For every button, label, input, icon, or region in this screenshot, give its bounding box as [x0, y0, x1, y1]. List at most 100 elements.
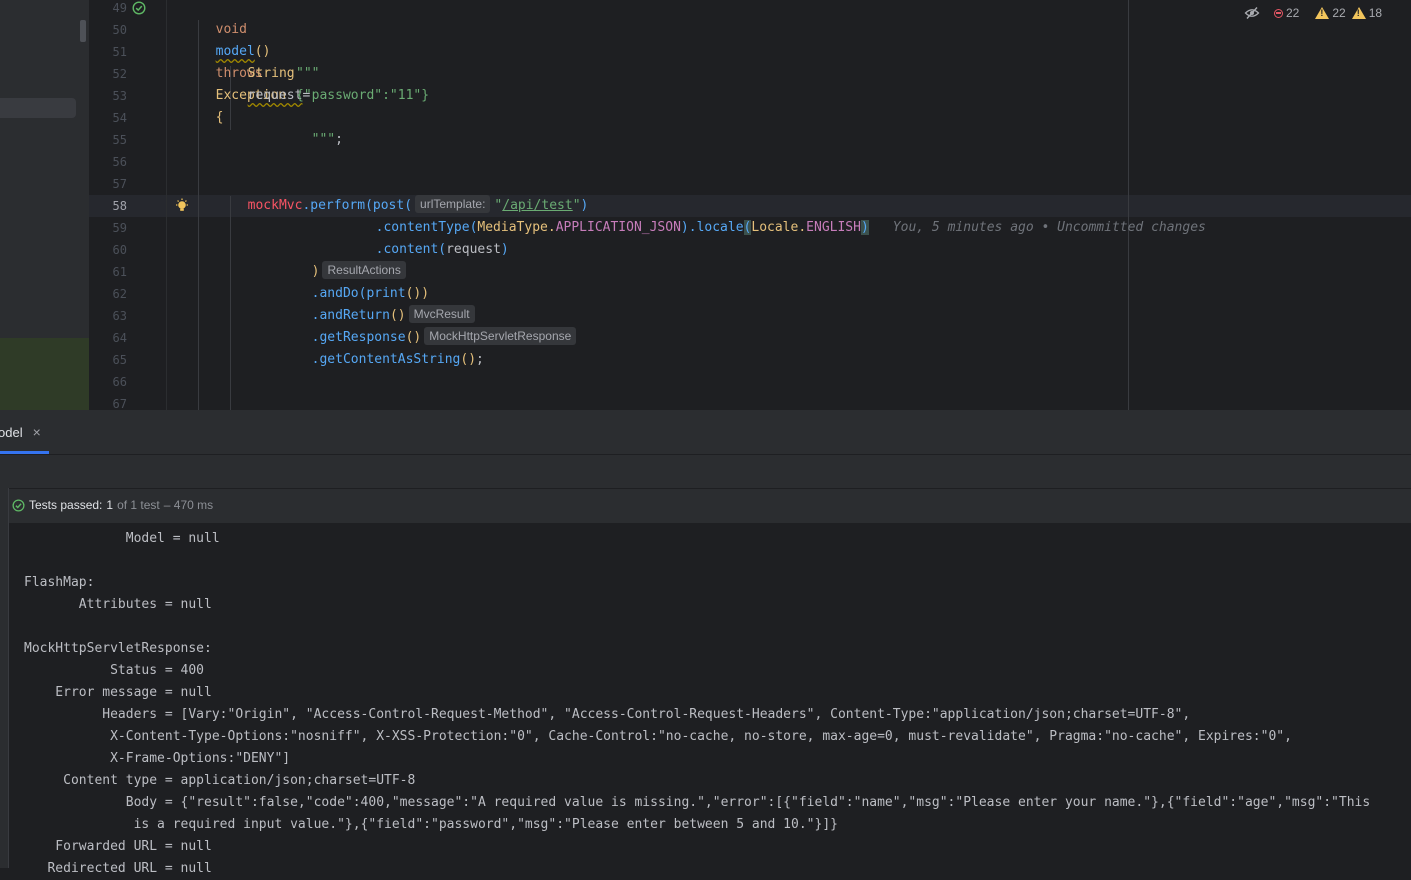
code-line-61[interactable]: .andDo(print()): [296, 261, 429, 301]
code-line-60[interactable]: ) ResultActions: [296, 239, 410, 279]
line-number: 62: [112, 287, 127, 301]
tests-status-count: 1: [106, 498, 114, 512]
project-tree-selected-item[interactable]: [0, 98, 76, 118]
method-call: .getContentAsString: [311, 352, 461, 367]
tests-status-time: – 470 ms: [163, 498, 214, 512]
console-output[interactable]: Model = null FlashMap: Attributes = null…: [24, 528, 1404, 880]
run-tab-label: odel: [0, 424, 23, 440]
weak-warning-count-label: 18: [1368, 6, 1383, 20]
tests-status-prefix: Tests passed:: [29, 498, 103, 512]
scrollbar-thumb[interactable]: [80, 20, 86, 42]
project-tool-window: [0, 0, 89, 410]
indent-guide: [198, 20, 199, 410]
git-blame-annotation[interactable]: You, 5 minutes ago • Uncommitted changes: [893, 220, 1206, 235]
paren: ): [680, 220, 689, 235]
tests-status: Tests passed: 1 of 1 test – 470 ms: [12, 495, 213, 515]
argument: request: [446, 242, 501, 257]
console-line: Error message = null: [24, 685, 212, 700]
semicolon: ;: [335, 132, 343, 147]
console-line: Attributes = null: [24, 597, 212, 612]
run-tab[interactable]: odel ×: [0, 410, 49, 454]
line-number: 57: [112, 177, 127, 191]
eye-crossed-icon[interactable]: [1244, 6, 1260, 20]
console-line: X-Frame-Options:"DENY"]: [24, 751, 291, 766]
code-line-49[interactable]: void model() throws Exception {: [200, 0, 286, 125]
console-line: Forwarded URL = null: [24, 839, 212, 854]
line-number: 54: [112, 111, 127, 125]
paren: ): [860, 220, 869, 235]
tests-status-total: of 1 test: [117, 498, 160, 512]
check-circle-icon[interactable]: [132, 1, 146, 15]
warning-icon: [1351, 7, 1366, 19]
console-line: Content type = application/json;charset=…: [24, 773, 416, 788]
gutter-separator: [166, 0, 167, 410]
console-line: Model = null: [24, 531, 220, 546]
error-count-label: 22: [1286, 6, 1300, 20]
line-number: 51: [112, 45, 127, 59]
console-line: Headers = [Vary:"Origin", "Access-Contro…: [24, 707, 1191, 722]
code-line-52[interactable]: """: [296, 63, 319, 85]
class-name: Locale.: [751, 220, 807, 235]
tool-window-tab-bar: odel ×: [0, 410, 1411, 454]
console-line: is a required input value."},{"field":"p…: [24, 817, 838, 832]
code-line-63[interactable]: .getResponse() MockHttpServletResponse: [296, 305, 580, 345]
run-toolbar: [0, 454, 1411, 489]
test-tree-collapsed-panel[interactable]: [0, 488, 9, 868]
lightbulb-icon[interactable]: [175, 198, 189, 214]
console-line: MockHttpServletResponse:: [24, 641, 212, 656]
parens: (): [460, 352, 477, 367]
warning-count-label: 22: [1332, 6, 1346, 20]
inspection-widget[interactable]: 22 22 18: [1244, 4, 1382, 22]
error-count[interactable]: 22: [1274, 6, 1299, 20]
line-number: 60: [112, 243, 127, 257]
code-line-54[interactable]: """;: [296, 107, 343, 147]
warning-icon: [1315, 7, 1330, 19]
constant: ENGLISH: [806, 220, 861, 235]
line-number: 55: [112, 133, 127, 147]
variable-name: request: [247, 88, 303, 103]
paren: ): [500, 242, 509, 257]
warning-count[interactable]: 22: [1315, 6, 1346, 20]
console-line: Redirected URL = null: [24, 861, 212, 876]
code-line-57[interactable]: mockMvc.perform(post(urlTemplate: "/api/t…: [232, 173, 588, 213]
indent-guide: [230, 196, 231, 410]
console-line: Status = 400: [24, 663, 205, 678]
line-number: 63: [112, 309, 127, 323]
line-number: 65: [112, 353, 127, 367]
line-number: 52: [112, 67, 127, 81]
check-circle-icon: [12, 498, 25, 512]
code-line-59[interactable]: .content(request): [360, 217, 509, 257]
weak-warning-count[interactable]: 18: [1351, 6, 1383, 20]
keyword: void: [215, 22, 247, 37]
code-line-64[interactable]: .getContentAsString();: [296, 327, 484, 367]
code-line-62[interactable]: .andReturn() MvcResult: [296, 283, 479, 323]
code-line-53[interactable]: {"password":"11"}: [296, 85, 429, 107]
error-icon: [1274, 8, 1283, 18]
type-name: String: [247, 66, 295, 81]
line-number: 53: [112, 89, 127, 103]
code-line-58[interactable]: .contentType(MediaType.APPLICATION_JSON)…: [360, 195, 1206, 235]
semicolon: ;: [476, 352, 484, 367]
line-number: 64: [112, 331, 127, 345]
line-number: 50: [112, 23, 127, 37]
console-line: X-Content-Type-Options:"nosniff", X-XSS-…: [24, 729, 1292, 744]
method-call: .locale: [688, 220, 744, 235]
run-tool-window: odel × Tests passed: 1 of 1 test – 470 m…: [0, 410, 1411, 876]
console-line: Body = {"result":false,"code":400,"messa…: [24, 795, 1371, 810]
project-tree-highlight: [0, 338, 89, 410]
line-number: 61: [112, 265, 127, 279]
brace: {: [215, 110, 224, 125]
field-name: mockMvc: [247, 198, 303, 213]
line-number: 59: [112, 221, 127, 235]
constant: APPLICATION_JSON: [555, 220, 681, 235]
line-number: 58: [112, 199, 127, 213]
close-icon[interactable]: ×: [33, 424, 41, 440]
line-number: 66: [112, 375, 127, 389]
line-number: 49: [112, 1, 127, 15]
code-line-51[interactable]: String request=: [232, 41, 311, 103]
console-line: FlashMap:: [24, 575, 95, 590]
line-number: 56: [112, 155, 127, 169]
text-block-end: """: [311, 132, 336, 147]
